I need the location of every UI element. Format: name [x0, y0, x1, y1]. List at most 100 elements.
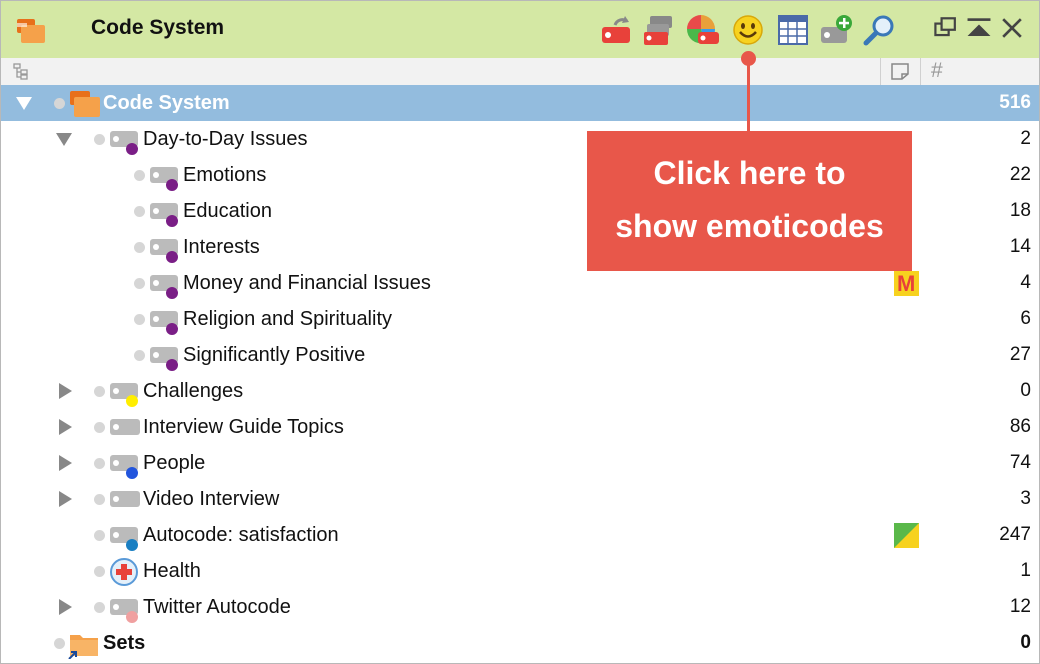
- tree-row-label: Religion and Spirituality: [183, 308, 393, 330]
- tree-row[interactable]: Health 1: [1, 553, 1039, 589]
- tree-row-label: Money and Financial Issues: [183, 272, 431, 294]
- column-header: #: [1, 58, 1039, 86]
- expand-triangle-icon[interactable]: [59, 599, 72, 615]
- expand-triangle-icon[interactable]: [56, 133, 72, 146]
- tree-row[interactable]: Challenges 0: [1, 373, 1039, 409]
- code-memo-icon[interactable]: M: [894, 271, 919, 296]
- tree-row-label: Day-to-Day Issues: [143, 128, 308, 150]
- sets-folder-icon: [68, 635, 98, 659]
- activation-dot[interactable]: [134, 170, 145, 181]
- activation-dot[interactable]: [134, 314, 145, 325]
- callout-pointer-line: [747, 59, 750, 131]
- code-colors-button[interactable]: [686, 13, 720, 47]
- tree-row-label: Interview Guide Topics: [143, 416, 344, 438]
- tree-row-label: Code System: [103, 92, 230, 114]
- tree-row-count: 2: [1020, 128, 1031, 149]
- tree-row-count: 86: [1009, 416, 1031, 437]
- search-icon: [863, 15, 894, 46]
- count-column-header[interactable]: #: [931, 59, 943, 83]
- code-system-icon: [70, 91, 100, 117]
- callout-line-2: show emoticodes: [615, 208, 884, 244]
- tree-row-label: Interests: [183, 236, 260, 258]
- emoticode-icon: [733, 15, 763, 45]
- tree-row-count: 4: [1020, 272, 1031, 293]
- tree-row-label: People: [143, 452, 206, 474]
- code-frequency-icon: [644, 16, 672, 45]
- tree-view-icon[interactable]: [13, 63, 29, 80]
- tree-row[interactable]: Autocode: satisfaction 247: [1, 517, 1039, 553]
- collapse-button[interactable]: [964, 13, 994, 47]
- reset-tag-button[interactable]: [599, 13, 633, 47]
- tree-row[interactable]: Religion and Spirituality 6: [1, 301, 1039, 337]
- tree-row-label: Sets: [103, 632, 146, 654]
- expand-triangle-icon[interactable]: [59, 383, 72, 399]
- tree-row-sets[interactable]: Sets 0: [1, 625, 1039, 661]
- tree-row-root[interactable]: Code System 516: [1, 85, 1039, 121]
- tree-row-count: 3: [1020, 488, 1031, 509]
- activation-dot[interactable]: [94, 566, 105, 577]
- activation-dot[interactable]: [94, 422, 105, 433]
- health-icon: [110, 558, 138, 586]
- activation-dot[interactable]: [94, 530, 105, 541]
- tree-row[interactable]: Video Interview 3: [1, 481, 1039, 517]
- code-tag-icon: [150, 311, 178, 335]
- code-memo-icon[interactable]: [894, 523, 919, 548]
- tree-row-count: 12: [1009, 596, 1031, 617]
- tree-row-count: 27: [1009, 344, 1031, 365]
- activation-dot[interactable]: [134, 350, 145, 361]
- tree-row-count: 74: [1009, 452, 1031, 473]
- new-code-button[interactable]: [819, 13, 853, 47]
- activation-dot[interactable]: [54, 98, 65, 109]
- tree-row[interactable]: Twitter Autocode 12: [1, 589, 1039, 625]
- tree-row-count: 18: [1009, 200, 1031, 221]
- code-tag-icon: [110, 419, 140, 435]
- undock-button[interactable]: [931, 13, 961, 47]
- expand-triangle-icon[interactable]: [59, 455, 72, 471]
- tree-row-label: Emotions: [183, 164, 267, 186]
- callout-line-1: Click here to: [653, 155, 846, 191]
- tree-row-label: Significantly Positive: [183, 344, 366, 366]
- code-tag-icon: [110, 455, 138, 479]
- tree-row-count: 0: [1020, 632, 1031, 653]
- close-button[interactable]: [997, 13, 1027, 47]
- tree-row[interactable]: Interview Guide Topics 86: [1, 409, 1039, 445]
- activation-dot[interactable]: [134, 206, 145, 217]
- expand-triangle-icon[interactable]: [59, 491, 72, 507]
- memo-column-icon[interactable]: [890, 62, 910, 81]
- activation-dot[interactable]: [94, 386, 105, 397]
- code-tag-icon: [110, 491, 140, 507]
- tree-row-count: 22: [1009, 164, 1031, 185]
- activation-dot[interactable]: [94, 494, 105, 505]
- emoticode-button[interactable]: [731, 13, 765, 47]
- tree-row-label: Health: [143, 560, 201, 582]
- tree-row-count: 6: [1020, 308, 1031, 329]
- tree-row-count: 1: [1020, 560, 1031, 581]
- tree-row-count: 516: [999, 92, 1031, 113]
- code-system-app-icon: [17, 19, 45, 43]
- activation-dot[interactable]: [94, 134, 105, 145]
- tree-row[interactable]: People 74: [1, 445, 1039, 481]
- table-icon: [778, 15, 808, 45]
- callout-box: Click here to show emoticodes: [587, 131, 912, 271]
- new-code-icon: [821, 15, 852, 43]
- tree-row-count: 0: [1020, 380, 1031, 401]
- code-tag-icon: [150, 347, 178, 371]
- activation-dot[interactable]: [134, 278, 145, 289]
- code-tag-icon: [110, 527, 138, 551]
- activation-dot[interactable]: [94, 602, 105, 613]
- tree-row[interactable]: Significantly Positive 27: [1, 337, 1039, 373]
- tree-row-label: Twitter Autocode: [143, 596, 291, 618]
- search-button[interactable]: [863, 13, 897, 47]
- code-tag-icon: [110, 131, 138, 155]
- code-tag-icon: [110, 599, 138, 623]
- code-tag-icon: [150, 167, 178, 191]
- undock-icon: [934, 17, 956, 37]
- activation-dot[interactable]: [94, 458, 105, 469]
- activation-dot[interactable]: [54, 638, 65, 649]
- activation-dot[interactable]: [134, 242, 145, 253]
- expand-triangle-icon[interactable]: [59, 419, 72, 435]
- code-frequency-button[interactable]: [642, 13, 676, 47]
- title-bar: Code System: [1, 1, 1039, 58]
- table-view-button[interactable]: [776, 13, 810, 47]
- expand-triangle-icon[interactable]: [16, 97, 32, 110]
